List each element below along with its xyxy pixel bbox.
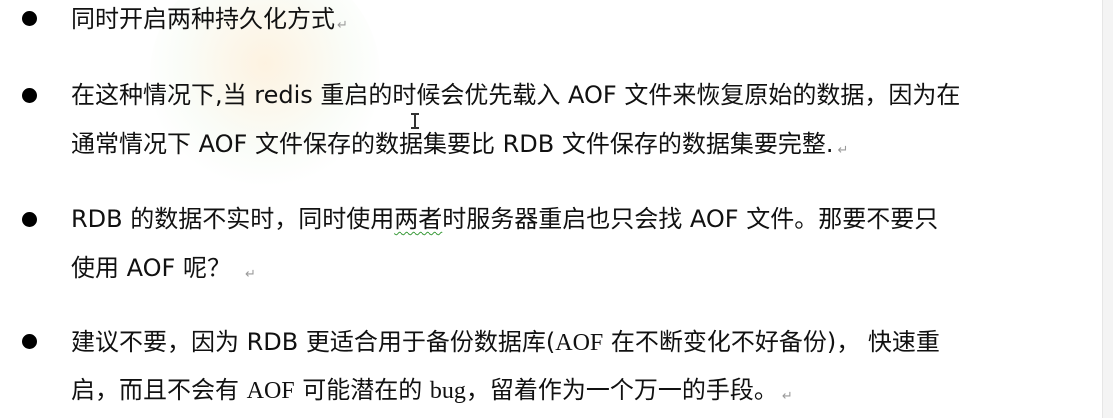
paragraph-mark-icon: ↵ [244,267,256,282]
paragraph-mark-icon: ↵ [337,18,348,33]
spellcheck-underlined-text: 两者 [394,205,443,233]
bullet-dot-icon [22,212,37,227]
text-line: 同时开启两种持久化方式 ↵ [71,4,348,34]
bullet-dot-icon [22,334,37,349]
paragraph-mark-icon: ↵ [781,389,793,404]
line-text: 同时开启两种持久化方式 [71,5,335,33]
bullet-dot-icon [22,11,37,26]
line-text: ，留着作为一个万一的手段。 [465,376,778,404]
text-line: 建议不要，因为 RDB 更适合用于备份数据库(AOF 在不断变化不好备份)， 快… [71,327,940,357]
line-text: bug [429,378,466,404]
line-text: 时服务器重启也只会找 AOF 文件。那要不要只 [442,205,939,233]
line-text: 在不断变化不好备份)， 快速重 [603,328,940,356]
text-line: 使用 AOF 呢？ ↵ [71,253,256,283]
text-line: 通常情况下 AOF 文件保存的数据集要比 RDB 文件保存的数据集要完整. ↵ [71,129,848,159]
text-line: RDB 的数据不实时，同时使用两者时服务器重启也只会找 AOF 文件。那要不要只 [71,204,938,234]
bullet-dot-icon [22,88,37,103]
line-text: 使用 AOF 呢？ [71,254,231,282]
line-text: 建议不要，因为 RDB 更适合用于备份数据库( [71,328,556,356]
line-text: 通常情况下 AOF 文件保存的数据集要比 RDB 文件保存的数据集要完整. [71,130,834,158]
line-text: 可能潜在的 [294,376,430,404]
line-text: 启，而且不会有 [71,376,247,404]
text-cursor-icon [411,113,419,129]
line-text: AOF [555,330,604,356]
paragraph-mark-icon: ↵ [837,143,849,158]
line-text: RDB 的数据不实时，同时使用 [71,205,395,233]
text-line: 在这种情况下,当 redis 重启的时候会优先载入 AOF 文件来恢复原始的数据… [71,80,960,110]
bullet-list: 同时开启两种持久化方式 ↵ 在这种情况下,当 redis 重启的时候会优先载入 A… [0,0,1113,418]
line-text: 在这种情况下,当 redis 重启的时候会优先载入 AOF 文件来恢复原始的数据… [71,81,961,109]
line-text: AOF [246,378,295,404]
text-line: 启，而且不会有 AOF 可能潜在的 bug，留着作为一个万一的手段。 ↵ [71,375,793,405]
